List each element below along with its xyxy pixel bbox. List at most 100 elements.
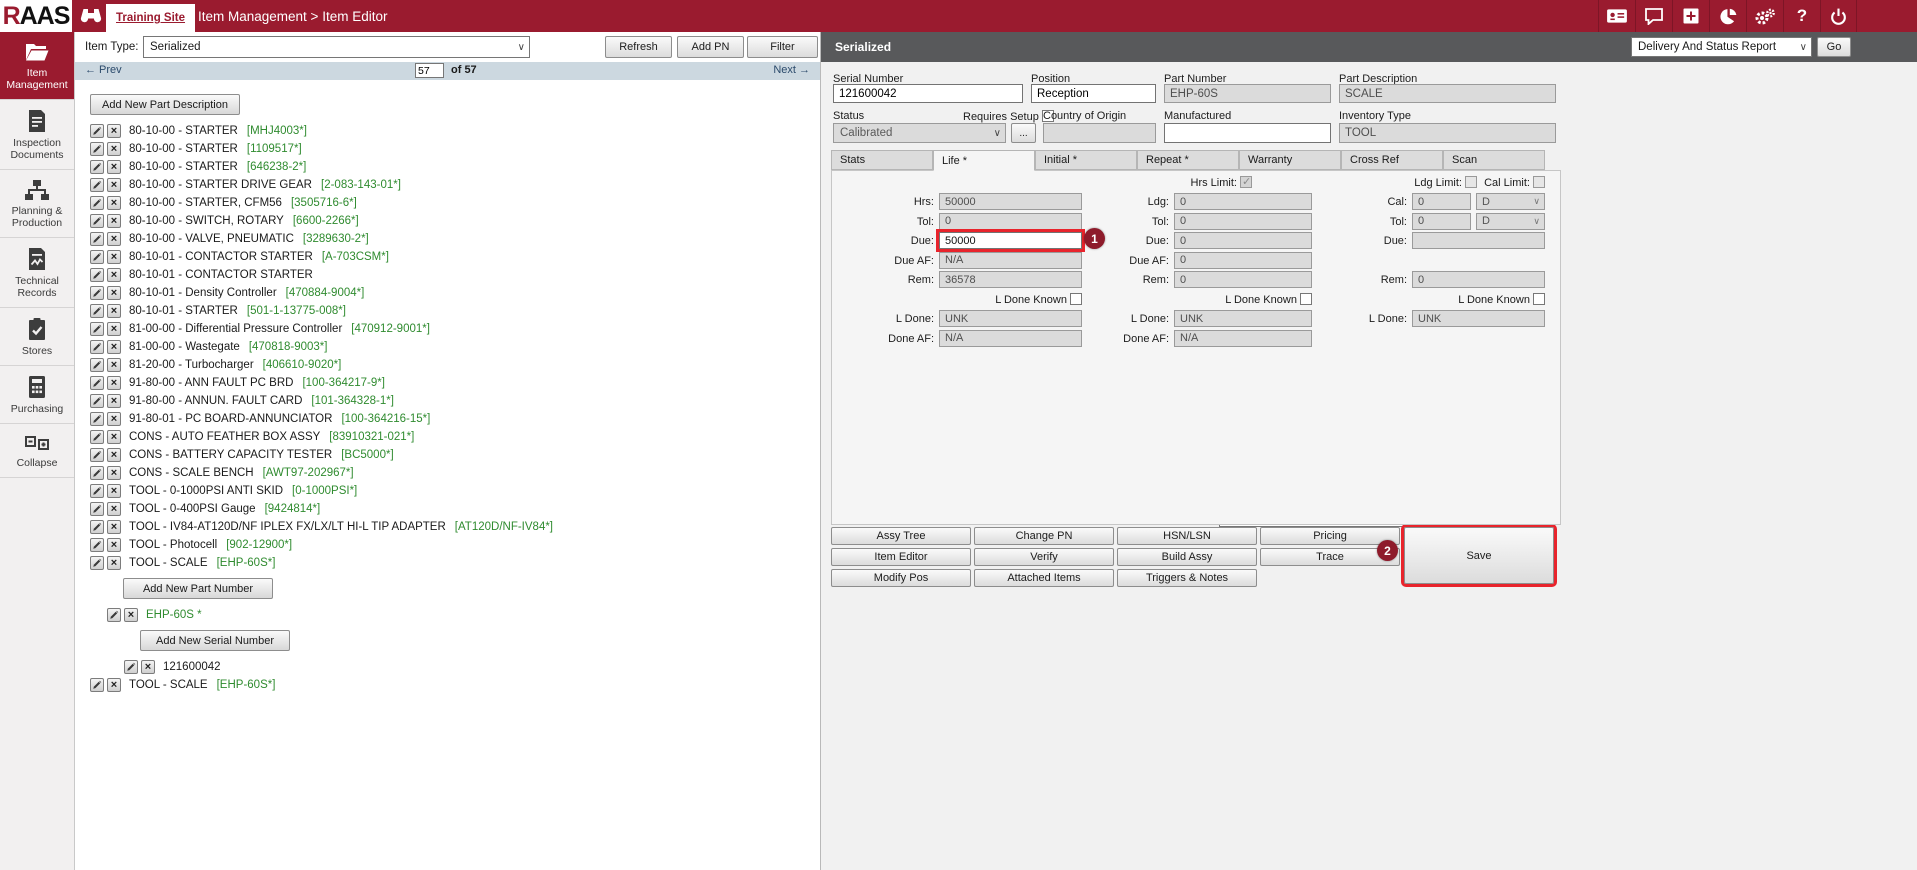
tab-training-site[interactable]: Training Site [106,4,195,32]
build-assy-button[interactable]: Build Assy [1117,548,1257,566]
tab-warranty[interactable]: Warranty [1239,150,1341,170]
sidebar-item-collapse[interactable]: Collapse [0,424,74,478]
delete-icon[interactable]: × [107,268,121,282]
chat-icon[interactable] [1635,0,1672,32]
delete-icon[interactable]: × [107,232,121,246]
edit-icon[interactable] [90,448,104,462]
help-icon[interactable]: ? [1783,0,1820,32]
delete-icon[interactable]: × [107,556,121,570]
delete-icon[interactable]: × [107,448,121,462]
tree-item-label[interactable]: CONS - SCALE BENCH [129,467,254,479]
tree-item-label[interactable]: 80-10-00 - STARTER [129,161,238,173]
tab-scan[interactable]: Scan [1443,150,1545,170]
tab-life[interactable]: Life * [933,150,1035,171]
edit-icon[interactable] [90,250,104,264]
edit-icon[interactable] [90,430,104,444]
id-card-icon[interactable] [1598,0,1635,32]
tree-item-label[interactable]: 91-80-01 - PC BOARD-ANNUNCIATOR [129,413,332,425]
delete-icon[interactable]: × [107,214,121,228]
tree-item-label[interactable]: TOOL - 0-400PSI Gauge [129,503,256,515]
change-pn-button[interactable]: Change PN [974,527,1114,545]
tree-item-label[interactable]: TOOL - SCALE [129,557,208,569]
l-done-known-checkbox[interactable] [1300,293,1312,305]
page-number-input[interactable] [415,63,444,78]
edit-icon[interactable] [90,178,104,192]
edit-icon[interactable] [90,502,104,516]
modify-pos-button[interactable]: Modify Pos [831,569,971,587]
pie-chart-icon[interactable] [1709,0,1746,32]
hsn-lsn-button[interactable]: HSN/LSN [1117,527,1257,545]
sidebar-item-purchasing[interactable]: Purchasing [0,366,74,424]
tree-item-label[interactable]: 81-00-00 - Wastegate [129,341,240,353]
tree-item-label[interactable]: 80-10-00 - SWITCH, ROTARY [129,215,284,227]
edit-icon[interactable] [90,394,104,408]
edit-icon[interactable] [90,304,104,318]
sidebar-item-inspection-documents[interactable]: Inspection Documents [0,100,74,170]
edit-icon[interactable] [124,660,138,674]
delete-icon[interactable]: × [107,520,121,534]
tree-item-label[interactable]: CONS - BATTERY CAPACITY TESTER [129,449,332,461]
delete-icon[interactable]: × [107,502,121,516]
edit-icon[interactable] [90,376,104,390]
binoculars-icon[interactable] [80,6,102,27]
life-hrs-due-field[interactable]: 50000 [939,232,1082,249]
edit-icon[interactable] [90,286,104,300]
l-done-known-checkbox[interactable] [1533,293,1545,305]
tree-item-label[interactable]: 80-10-00 - STARTER DRIVE GEAR [129,179,312,191]
serial-number-input[interactable] [833,84,1023,103]
item-editor-button[interactable]: Item Editor [831,548,971,566]
edit-icon[interactable] [90,538,104,552]
delete-icon[interactable]: × [107,322,121,336]
tree-item-label[interactable]: 91-80-00 - ANNUN. FAULT CARD [129,395,302,407]
delete-icon[interactable]: × [107,394,121,408]
tree-item-label[interactable]: 81-20-00 - Turbocharger [129,359,254,371]
assy-tree-button[interactable]: Assy Tree [831,527,971,545]
sidebar-item-item-management[interactable]: Item Management [0,32,74,100]
add-new-serial-number-button[interactable]: Add New Serial Number [140,630,290,651]
delete-icon[interactable]: × [107,678,121,692]
edit-icon[interactable] [90,322,104,336]
tree-item-label[interactable]: TOOL - 0-1000PSI ANTI SKID [129,485,283,497]
add-new-part-number-button[interactable]: Add New Part Number [123,578,273,599]
add-new-part-description-button[interactable]: Add New Part Description [90,94,240,115]
edit-icon[interactable] [90,268,104,282]
delete-icon[interactable]: × [107,196,121,210]
attached-items-button[interactable]: Attached Items [974,569,1114,587]
next-page-link[interactable]: Next → [773,64,810,76]
tree-item-label[interactable]: 80-10-01 - STARTER [129,305,238,317]
sidebar-item-technical-records[interactable]: Technical Records [0,238,74,308]
tree-item-label[interactable]: 80-10-00 - STARTER, CFM56 [129,197,282,209]
edit-icon[interactable] [90,484,104,498]
edit-icon[interactable] [90,142,104,156]
delete-icon[interactable]: × [107,250,121,264]
tree-item-label[interactable]: 91-80-00 - ANN FAULT PC BRD [129,377,293,389]
delete-icon[interactable]: × [107,430,121,444]
tree-item-label[interactable]: CONS - AUTO FEATHER BOX ASSY [129,431,320,443]
report-select[interactable]: Delivery And Status Report∨ [1631,37,1812,57]
edit-icon[interactable] [90,196,104,210]
power-icon[interactable] [1820,0,1857,32]
delete-icon[interactable]: × [107,304,121,318]
save-button[interactable]: Save [1404,527,1554,584]
tree-item-label[interactable]: EHP-60S * [146,609,202,621]
edit-icon[interactable] [90,678,104,692]
tree-item-label[interactable]: 121600042 [163,661,221,673]
delete-icon[interactable]: × [107,538,121,552]
delete-icon[interactable]: × [107,340,121,354]
edit-icon[interactable] [90,556,104,570]
tree-item-label[interactable]: 80-10-01 - Density Controller [129,287,277,299]
edit-icon[interactable] [90,340,104,354]
sidebar-item-planning-production[interactable]: Planning & Production [0,170,74,238]
delete-icon[interactable]: × [107,124,121,138]
tree-item-label[interactable]: TOOL - SCALE [129,679,208,691]
tree-item-label[interactable]: 80-10-00 - STARTER [129,143,238,155]
tree-item-label[interactable]: 80-10-00 - VALVE, PNEUMATIC [129,233,294,245]
tab-initial[interactable]: Initial * [1035,150,1137,170]
delete-icon[interactable]: × [107,286,121,300]
settings-icon[interactable] [1746,0,1783,32]
item-type-select[interactable]: Serialized∨ [143,36,530,58]
edit-icon[interactable] [90,214,104,228]
delete-icon[interactable]: × [107,160,121,174]
sidebar-item-stores[interactable]: Stores [0,308,74,366]
tab-repeat[interactable]: Repeat * [1137,150,1239,170]
